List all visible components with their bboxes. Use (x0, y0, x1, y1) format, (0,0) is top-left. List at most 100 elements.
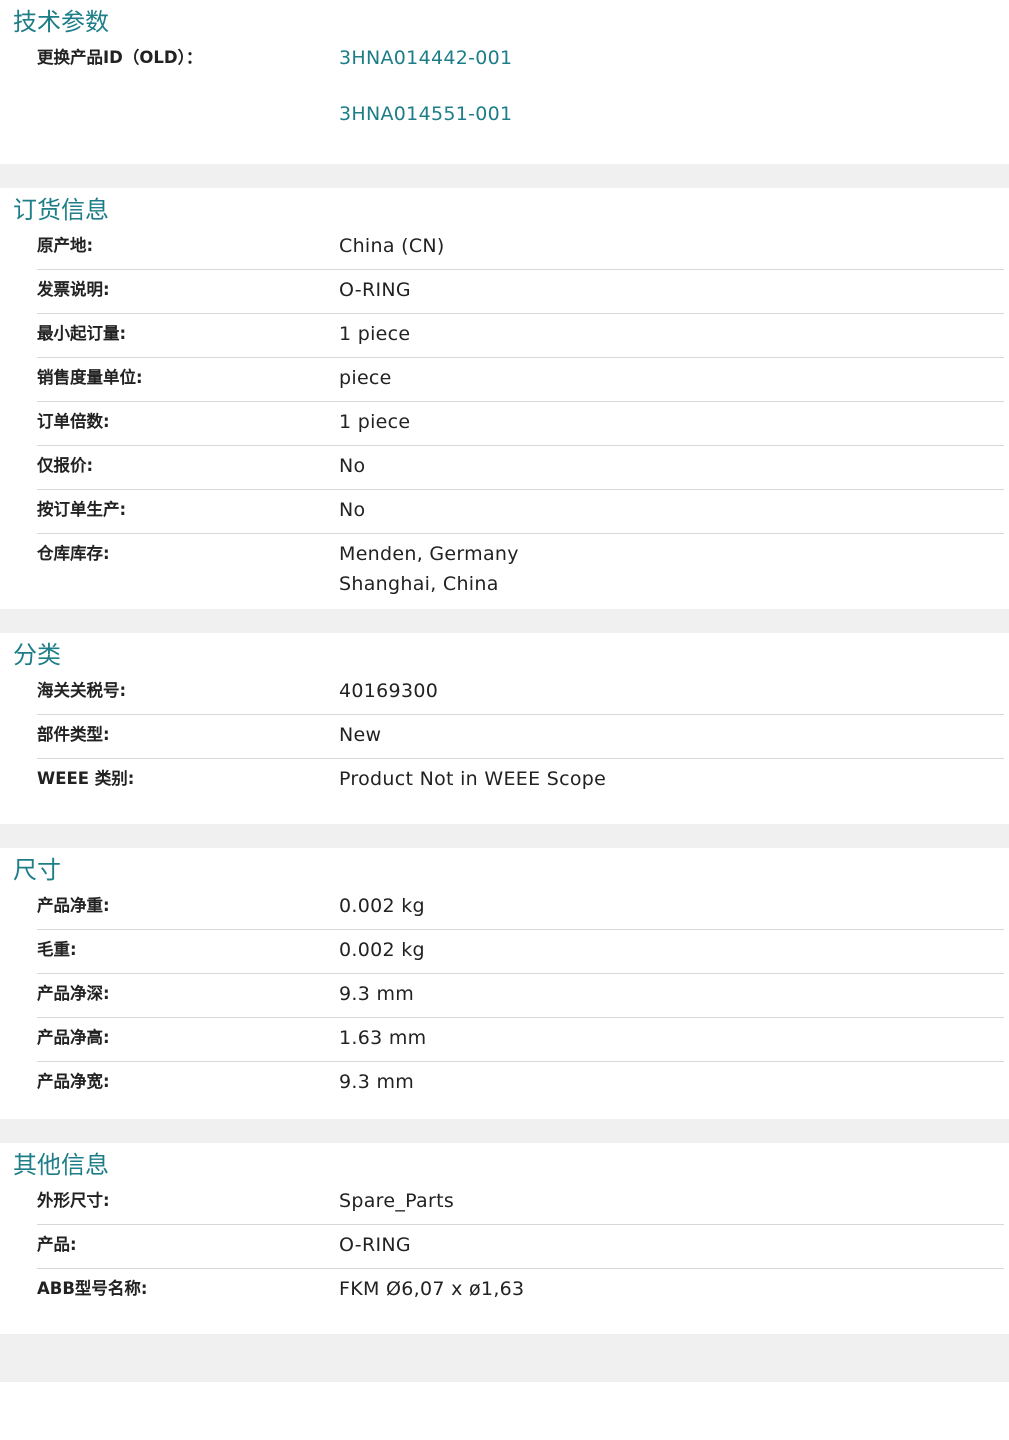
info-row-value: 9.3 mm (339, 1067, 1004, 1097)
info-row-value: FKM Ø6,07 x ø1,63 (339, 1274, 1004, 1304)
info-row-value: 1.63 mm (339, 1023, 1004, 1053)
info-row-value-line: 1 piece (339, 411, 411, 433)
info-row-value-line: No (339, 455, 366, 477)
info-row-label: 部件类型: (37, 725, 110, 744)
section-technical-params: 技术参数 更换产品ID（OLD）： 3HNA014442-001 3HNA014… (0, 0, 1009, 164)
dimensions-rows: 产品净重: 0.002 kg 毛重: 0.002 kg 产品净深: 9.3 mm 产品净高:… (37, 886, 1004, 1105)
info-row-value-line: O-RING (339, 1234, 411, 1256)
info-row-label: 仅报价: (37, 456, 94, 475)
section-separator (0, 824, 1009, 848)
info-row: 产品净高: 1.63 mm (37, 1017, 1004, 1061)
info-row-value-line: piece (339, 367, 392, 389)
info-row-value-line: No (339, 499, 366, 521)
info-row-label: 最小起订量: (37, 324, 127, 343)
info-row-value-line: O-RING (339, 279, 411, 301)
info-row: 海关关税号: 40169300 (37, 671, 1004, 714)
section-title-technical-params: 技术参数 (13, 8, 109, 36)
info-row-value: Spare_Parts (339, 1186, 1004, 1216)
info-row-label: ABB型号名称: (37, 1279, 148, 1298)
info-row: ABB型号名称: FKM Ø6,07 x ø1,63 (37, 1268, 1004, 1312)
technical-params-rows: 更换产品ID（OLD）： 3HNA014442-001 3HNA014551-0… (37, 38, 1004, 129)
other-info-rows: 外形尺寸: Spare_Parts 产品: O-RING ABB型号名称: FKM Ø6,… (37, 1181, 1004, 1312)
section-dimensions: 尺寸 产品净重: 0.002 kg 毛重: 0.002 kg 产品净深: 9.3 mm 产品… (0, 848, 1009, 1119)
info-row-label: 发票说明: (37, 280, 110, 299)
section-title-ordering-info: 订货信息 (13, 196, 109, 224)
replacement-product-values: 3HNA014442-001 3HNA014551-001 (339, 47, 512, 129)
info-row-value: 1 piece (339, 407, 1004, 437)
info-row: 仓库库存: Menden, Germany Shanghai, China (37, 533, 1004, 607)
info-row-value: 40169300 (339, 676, 1004, 706)
info-row: 发票说明: O-RING (37, 269, 1004, 313)
info-row-label: 产品: (37, 1235, 77, 1254)
info-row-value-line: 9.3 mm (339, 1071, 415, 1093)
info-row-value-line: Shanghai, China (339, 573, 499, 595)
info-row-label: 订单倍数: (37, 412, 110, 431)
info-row-label: 产品净深: (37, 984, 110, 1003)
info-row-label: 原产地: (37, 236, 94, 255)
info-row-label: 产品净重: (37, 896, 110, 915)
info-row-label: 仓库库存: (37, 544, 110, 563)
section-separator (0, 164, 1009, 188)
info-row-value: 9.3 mm (339, 979, 1004, 1009)
info-row-value-line: FKM Ø6,07 x ø1,63 (339, 1278, 525, 1300)
replacement-product-link[interactable]: 3HNA014442-001 (339, 43, 512, 73)
info-row-value: No (339, 451, 1004, 481)
section-ordering-info: 订货信息 原产地: China (CN) 发票说明: O-RING 最小起订量: 1 pi… (0, 188, 1009, 609)
info-row-value: O-RING (339, 275, 1004, 305)
section-other-info: 其他信息 外形尺寸: Spare_Parts 产品: O-RING ABB型号名称: FK… (0, 1143, 1009, 1334)
info-row: 订单倍数: 1 piece (37, 401, 1004, 445)
info-row: 原产地: China (CN) (37, 226, 1004, 269)
info-row: 产品净深: 9.3 mm (37, 973, 1004, 1017)
info-row: 仅报价: No (37, 445, 1004, 489)
info-row-value-line: 1 piece (339, 323, 411, 345)
info-row: 按订单生产: No (37, 489, 1004, 533)
info-row-value: 0.002 kg (339, 891, 1004, 921)
info-row: 外形尺寸: Spare_Parts (37, 1181, 1004, 1224)
info-row-value: 1 piece (339, 319, 1004, 349)
info-row-value: No (339, 495, 1004, 525)
info-row: WEEE 类别: Product Not in WEEE Scope (37, 758, 1004, 802)
info-row-value-line: New (339, 724, 382, 746)
info-row: 产品: O-RING (37, 1224, 1004, 1268)
info-row-value-line: 1.63 mm (339, 1027, 427, 1049)
info-row-value: 0.002 kg (339, 935, 1004, 965)
info-row-value-line: Product Not in WEEE Scope (339, 768, 607, 790)
info-row: 最小起订量: 1 piece (37, 313, 1004, 357)
info-row: 销售度量单位: piece (37, 357, 1004, 401)
info-row-label: 产品净宽: (37, 1072, 110, 1091)
info-row-label: WEEE 类别: (37, 769, 135, 788)
info-row: 毛重: 0.002 kg (37, 929, 1004, 973)
info-row-label: 按订单生产: (37, 500, 127, 519)
classification-rows: 海关关税号: 40169300 部件类型: New WEEE 类别: Product No… (37, 671, 1004, 802)
replacement-product-label: 更换产品ID（OLD）： (37, 48, 203, 67)
section-classification: 分类 海关关税号: 40169300 部件类型: New WEEE 类别: Product… (0, 633, 1009, 824)
section-separator (0, 1334, 1009, 1382)
info-row-value: Menden, Germany Shanghai, China (339, 539, 1004, 599)
info-row-value: Product Not in WEEE Scope (339, 764, 1004, 794)
info-row-value-line: 0.002 kg (339, 895, 425, 917)
info-row-value-line: China (CN) (339, 235, 445, 257)
section-title-dimensions: 尺寸 (13, 856, 61, 884)
info-row-value-line: Spare_Parts (339, 1190, 455, 1212)
info-row-value: O-RING (339, 1230, 1004, 1260)
info-row: 部件类型: New (37, 714, 1004, 758)
info-row-label: 产品净高: (37, 1028, 110, 1047)
replacement-product-link[interactable]: 3HNA014551-001 (339, 99, 512, 129)
info-row-value: China (CN) (339, 231, 1004, 261)
info-row-label: 毛重: (37, 940, 77, 959)
replacement-product-row: 更换产品ID（OLD）： 3HNA014442-001 3HNA014551-0… (37, 38, 1004, 129)
section-separator (0, 609, 1009, 633)
info-row-label: 销售度量单位: (37, 368, 143, 387)
info-row-value-line: Menden, Germany (339, 543, 519, 565)
info-row: 产品净重: 0.002 kg (37, 886, 1004, 929)
section-title-classification: 分类 (13, 641, 61, 669)
info-row-label: 外形尺寸: (37, 1191, 110, 1210)
section-title-other-info: 其他信息 (13, 1151, 109, 1179)
info-row: 产品净宽: 9.3 mm (37, 1061, 1004, 1105)
info-row-label: 海关关税号: (37, 681, 127, 700)
info-row-value-line: 9.3 mm (339, 983, 415, 1005)
ordering-info-rows: 原产地: China (CN) 发票说明: O-RING 最小起订量: 1 piece 销售… (37, 226, 1004, 607)
info-row-value-line: 40169300 (339, 680, 439, 702)
section-separator (0, 1119, 1009, 1143)
info-row-value: piece (339, 363, 1004, 393)
